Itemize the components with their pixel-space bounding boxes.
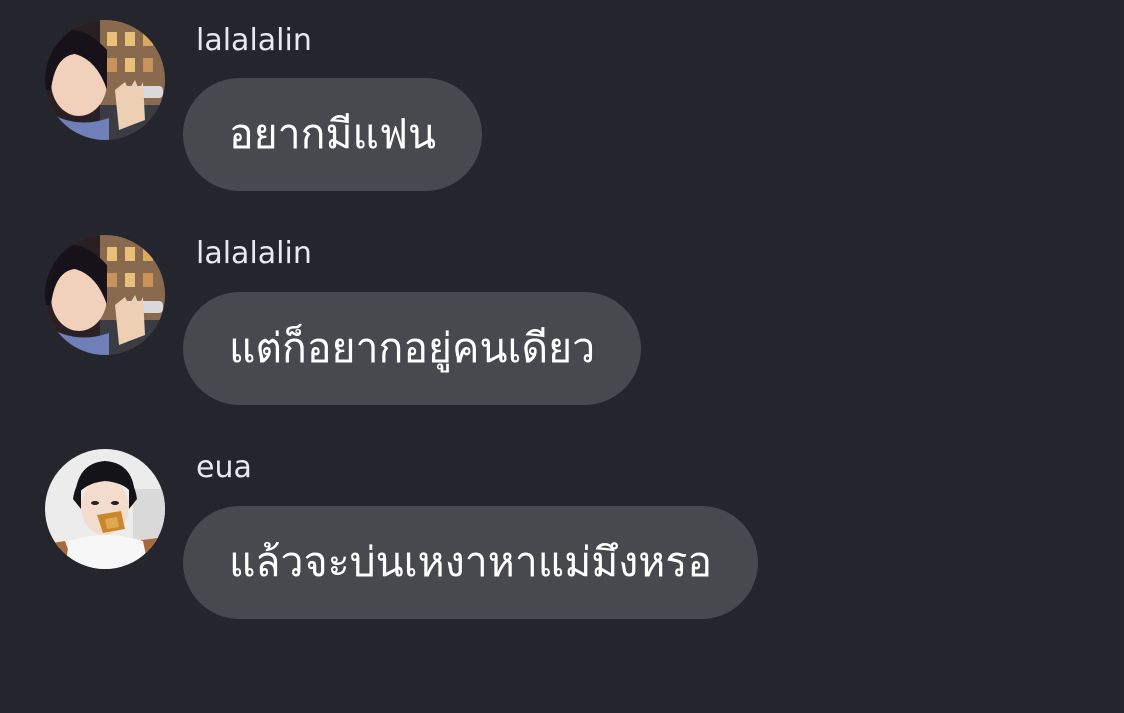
message-username[interactable]: eua [196,453,252,483]
message-bubble[interactable]: แล้วจะบ่นเหงาหาแม่มึงหรอ [183,506,758,619]
user-avatar-icon[interactable] [45,449,165,569]
message-username[interactable]: lalalalin [196,239,312,269]
message-bubble[interactable]: อยากมีแฟน [183,78,483,191]
message-bubble[interactable]: แต่ก็อยากอยู่คนเดียว [183,292,642,405]
chat-screen: { "messages": [ { "username": "lalalalin… [0,0,1124,713]
user-avatar-icon[interactable] [45,20,165,140]
user-avatar-icon[interactable] [45,235,165,355]
message-username[interactable]: lalalalin [196,26,312,56]
